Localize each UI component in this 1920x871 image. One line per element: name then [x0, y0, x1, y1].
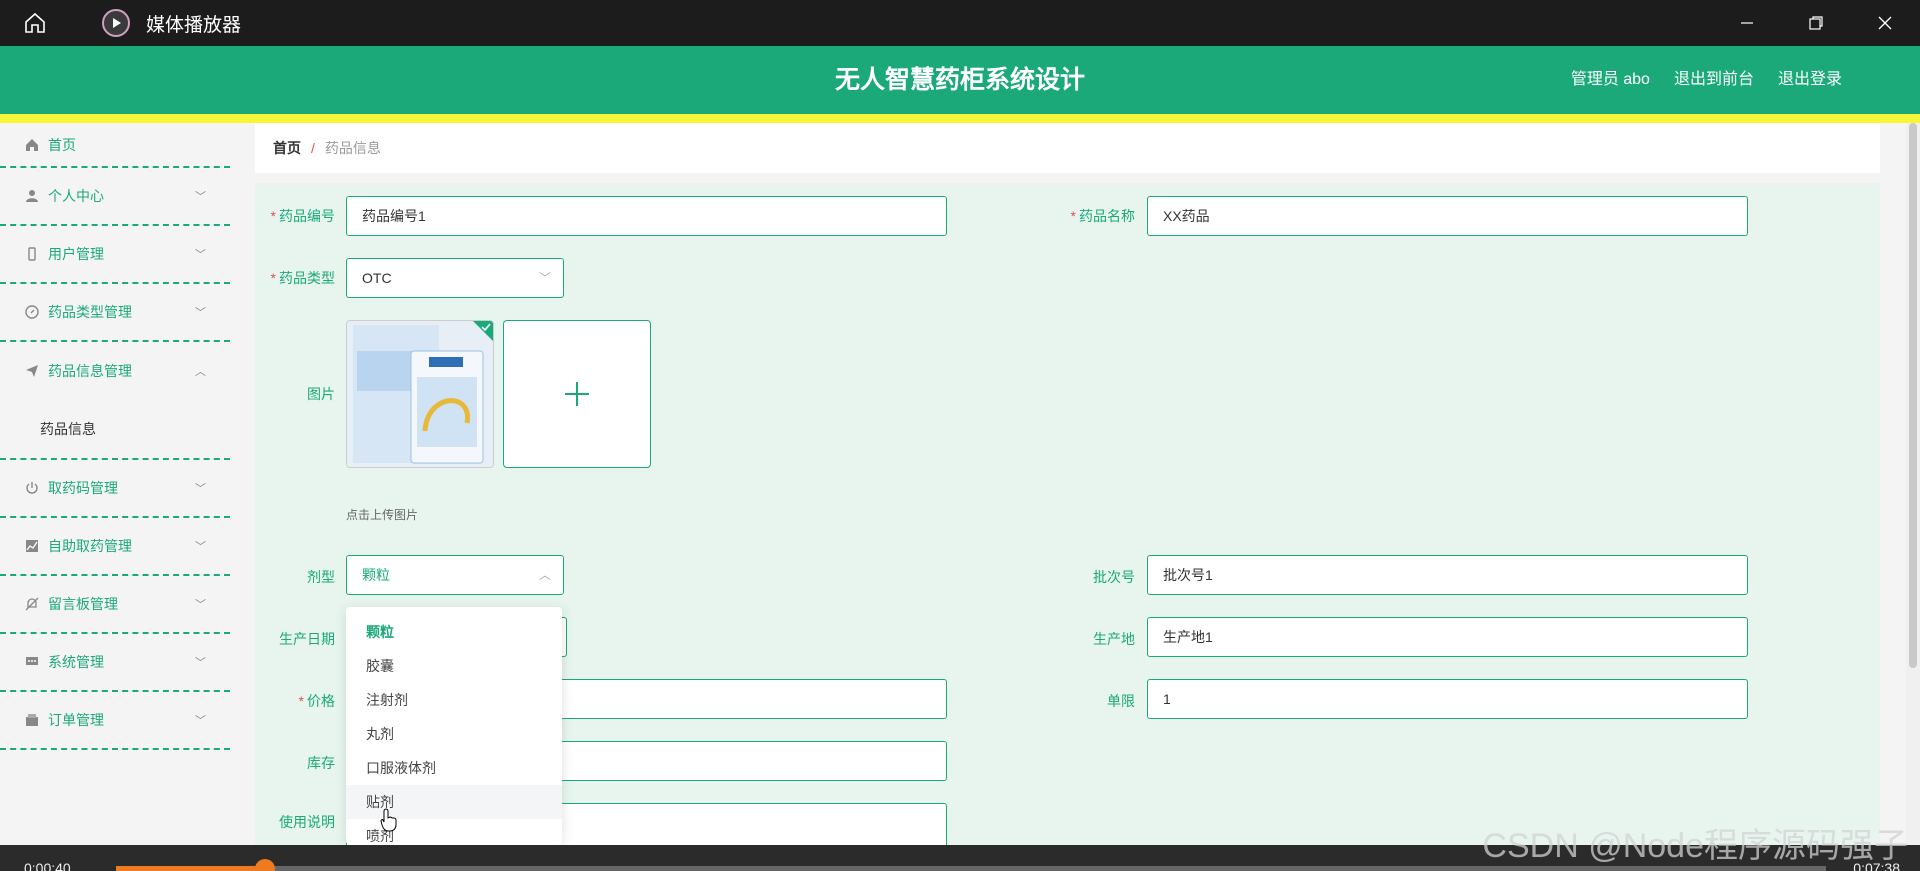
upload-image-button[interactable]	[503, 320, 651, 468]
sidebar-item-pickup-code[interactable]: 取药码管理 ﹀	[0, 460, 230, 518]
sidebar-item-personal[interactable]: 个人中心 ﹀	[0, 168, 230, 226]
admin-label: 管理员 abo	[1570, 71, 1650, 88]
price-label: * 价格	[298, 693, 335, 709]
breadcrumb-home[interactable]: 首页	[273, 138, 301, 158]
drug-type-select[interactable]: OTC ﹀	[346, 258, 564, 298]
limit-input[interactable]: 1	[1147, 679, 1748, 719]
drug-name-input[interactable]: XX药品	[1147, 196, 1748, 236]
sidebar-item-label: 个人中心	[48, 188, 104, 204]
dosage-option[interactable]: 贴剂	[346, 785, 562, 819]
page-scrollbar[interactable]	[1906, 123, 1920, 845]
chevron-down-icon: ﹀	[195, 715, 206, 727]
dosage-dropdown: 颗粒 胶囊 注射剂 丸剂 口服液体剂 贴剂 喷剂	[346, 607, 562, 845]
chevron-down-icon: ﹀	[195, 599, 206, 611]
sidebar-item-label: 订单管理	[48, 712, 104, 728]
name-label: * 药品名称	[1070, 208, 1135, 224]
dosage-option[interactable]: 口服液体剂	[346, 751, 562, 785]
chevron-up-icon: ︿	[195, 366, 206, 378]
sidebar-subitem-drug-info[interactable]: 药品信息	[0, 400, 230, 460]
chat-icon	[24, 654, 40, 670]
minimize-button[interactable]	[1712, 0, 1782, 46]
chart-icon	[24, 538, 40, 554]
sidebar-item-label: 药品信息管理	[48, 363, 132, 379]
chevron-up-icon: ︿	[538, 568, 551, 582]
origin-input[interactable]: 生产地1	[1147, 617, 1748, 657]
scrollbar-thumb[interactable]	[1909, 123, 1917, 668]
phone-icon	[24, 246, 40, 262]
home-icon	[24, 137, 40, 153]
breadcrumb: 首页 / 药品信息	[255, 123, 1880, 173]
dosage-option[interactable]: 丸剂	[346, 717, 562, 751]
wallet-icon	[24, 712, 40, 728]
sidebar-item-label: 药品类型管理	[48, 304, 132, 320]
chevron-down-icon: ﹀	[538, 271, 551, 285]
exit-to-front-link[interactable]: 退出到前台	[1674, 46, 1754, 114]
dosage-option[interactable]: 喷剂	[346, 819, 562, 845]
watermark: CSDN @Node程序源码强子	[1482, 827, 1908, 865]
drug-code-input[interactable]: 药品编号1	[346, 196, 947, 236]
close-button[interactable]	[1850, 0, 1920, 46]
user-icon	[24, 188, 40, 204]
sidebar-item-drug-info[interactable]: 药品信息管理 ︿	[0, 342, 230, 400]
batch-input[interactable]: 批次号1	[1147, 555, 1748, 595]
dosage-option[interactable]: 胶囊	[346, 649, 562, 683]
prod-date-label: 生产日期	[279, 631, 335, 647]
header-stripe	[0, 114, 1920, 123]
sidebar: 首页 个人中心 ﹀ 用户管理 ﹀ 药品类型管理 ﹀ 药品信息管理 ︿ 药品信息 …	[0, 123, 230, 845]
media-player-icon	[102, 9, 130, 37]
restore-button[interactable]	[1781, 0, 1851, 46]
power-icon	[24, 480, 40, 496]
sidebar-item-label: 用户管理	[48, 246, 104, 262]
send-icon	[24, 363, 40, 379]
logout-link[interactable]: 退出登录	[1778, 46, 1842, 114]
compass-icon	[24, 304, 40, 320]
chevron-down-icon: ﹀	[195, 657, 206, 669]
breadcrumb-current: 药品信息	[324, 140, 381, 156]
chevron-down-icon: ﹀	[195, 249, 206, 261]
sidebar-item-self-pickup[interactable]: 自助取药管理 ﹀	[0, 518, 230, 576]
sidebar-item-label: 自助取药管理	[48, 538, 132, 554]
sidebar-item-message-board[interactable]: 留言板管理 ﹀	[0, 576, 230, 634]
origin-label: 生产地	[1093, 631, 1135, 647]
stock-label: 库存	[307, 755, 335, 771]
dosage-select[interactable]: 颗粒 ︿	[346, 555, 564, 595]
app-header: 无人智慧药柜系统设计 管理员 abo 退出到前台 退出登录	[0, 46, 1920, 114]
player-titlebar: 媒体播放器	[0, 0, 1920, 46]
instructions-label: 使用说明	[279, 814, 335, 830]
upload-hint: 点击上传图片	[346, 508, 419, 522]
sidebar-item-label: 留言板管理	[48, 596, 118, 612]
seek-handle[interactable]	[254, 859, 275, 871]
sidebar-item-orders[interactable]: 订单管理 ﹀	[0, 692, 230, 750]
chevron-down-icon: ﹀	[195, 191, 206, 203]
limit-label: 单限	[1107, 693, 1135, 709]
sidebar-subitem-label: 药品信息	[40, 421, 96, 437]
sidebar-item-drug-types[interactable]: 药品类型管理 ﹀	[0, 284, 230, 342]
uploaded-image-thumbnail[interactable]	[346, 320, 494, 468]
type-label: * 药品类型	[270, 270, 335, 286]
dosage-option[interactable]: 注射剂	[346, 683, 562, 717]
chevron-down-icon: ﹀	[195, 541, 206, 553]
chevron-down-icon: ﹀	[195, 307, 206, 319]
sidebar-item-system[interactable]: 系统管理 ﹀	[0, 634, 230, 692]
elapsed-time: 0:00:40	[24, 860, 71, 871]
breadcrumb-separator: /	[311, 140, 315, 156]
sidebar-item-label: 系统管理	[48, 654, 104, 670]
sidebar-item-label: 首页	[48, 136, 76, 153]
code-label: * 药品编号	[270, 208, 335, 224]
hand-cursor-icon	[380, 808, 398, 837]
sidebar-item-home[interactable]: 首页	[0, 123, 230, 168]
sidebar-item-label: 取药码管理	[48, 480, 118, 496]
bell-off-icon	[24, 596, 40, 612]
plus-icon	[565, 382, 589, 406]
home-icon[interactable]	[18, 6, 52, 40]
sidebar-item-users[interactable]: 用户管理 ﹀	[0, 226, 230, 284]
seek-progress	[116, 866, 265, 871]
chevron-down-icon: ﹀	[195, 483, 206, 495]
dosage-label: 剂型	[307, 569, 335, 585]
image-label: 图片	[307, 386, 335, 402]
dosage-option[interactable]: 颗粒	[346, 615, 562, 649]
app-title: 媒体播放器	[146, 14, 242, 36]
batch-label: 批次号	[1093, 569, 1135, 585]
